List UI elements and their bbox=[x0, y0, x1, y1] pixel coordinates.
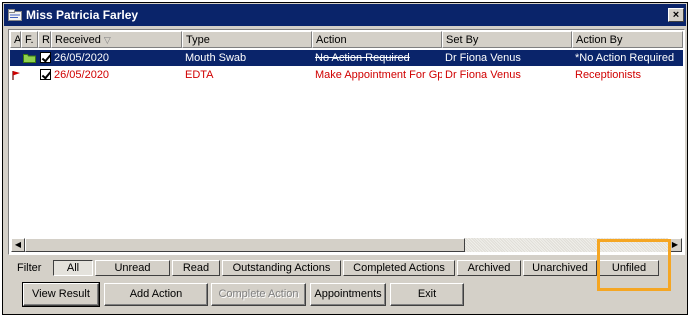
filter-tab-read[interactable]: Read bbox=[172, 260, 220, 276]
exit-button[interactable]: Exit bbox=[390, 283, 464, 306]
grid-header: A. F. R. Received▽ Type Action Set By Ac… bbox=[10, 31, 683, 48]
add-action-button[interactable]: Add Action bbox=[104, 283, 208, 306]
filter-tab-outstanding-actions[interactable]: Outstanding Actions bbox=[222, 260, 341, 276]
filter-tab-unarchived[interactable]: Unarchived bbox=[523, 260, 597, 276]
results-window: Miss Patricia Farley × A. F. R. Received… bbox=[2, 2, 688, 315]
title-bar[interactable]: Miss Patricia Farley × bbox=[4, 4, 686, 26]
scrollbar-track[interactable] bbox=[25, 238, 668, 252]
cell-set-by: Dr Fiona Venus bbox=[445, 52, 521, 64]
col-header-a[interactable]: A. bbox=[10, 31, 21, 48]
col-header-received-label: Received bbox=[55, 34, 101, 46]
filter-tab-archived[interactable]: Archived bbox=[457, 260, 521, 276]
col-header-action-by[interactable]: Action By bbox=[572, 31, 683, 48]
cell-set-by: Dr Fiona Venus bbox=[445, 69, 521, 81]
complete-action-button: Complete Action bbox=[211, 283, 306, 306]
table-row[interactable]: 26/05/2020 EDTA Make Appointment For Gp … bbox=[10, 67, 683, 83]
read-checkbox[interactable] bbox=[40, 52, 51, 63]
cell-action-by: Receptionists bbox=[575, 69, 642, 81]
filter-tab-unfiled[interactable]: Unfiled bbox=[599, 260, 659, 276]
filter-label: Filter bbox=[17, 262, 42, 274]
filter-tab-completed-actions[interactable]: Completed Actions bbox=[343, 260, 455, 276]
cell-type: Mouth Swab bbox=[185, 52, 247, 64]
window-title: Miss Patricia Farley bbox=[26, 8, 139, 22]
flag-icon bbox=[12, 71, 20, 80]
cell-type: EDTA bbox=[185, 69, 214, 81]
filter-tab-all[interactable]: All bbox=[53, 260, 93, 276]
cell-received: 26/05/2020 bbox=[54, 52, 110, 64]
col-header-type[interactable]: Type bbox=[182, 31, 312, 48]
horizontal-scrollbar[interactable]: ◀ ▶ bbox=[11, 238, 682, 252]
col-header-f[interactable]: F. bbox=[21, 31, 38, 48]
results-grid[interactable]: A. F. R. Received▽ Type Action Set By Ac… bbox=[8, 29, 685, 255]
view-result-button[interactable]: View Result bbox=[22, 282, 100, 307]
folder-icon bbox=[23, 54, 36, 63]
sort-descending-icon: ▽ bbox=[103, 35, 111, 45]
cell-received: 26/05/2020 bbox=[54, 69, 110, 81]
col-header-received[interactable]: Received ▽ bbox=[51, 31, 182, 48]
filter-tab-unread[interactable]: Unread bbox=[95, 260, 170, 276]
cell-action: No Action Required bbox=[315, 52, 410, 64]
window-app-icon bbox=[7, 7, 23, 23]
read-checkbox[interactable] bbox=[40, 69, 51, 80]
cell-action: Make Appointment For Gp bbox=[315, 69, 442, 81]
appointments-button[interactable]: Appointments bbox=[310, 283, 386, 306]
close-button[interactable]: × bbox=[668, 8, 684, 22]
scroll-right-icon[interactable]: ▶ bbox=[668, 238, 682, 252]
table-row[interactable]: 26/05/2020 Mouth Swab No Action Required… bbox=[10, 50, 683, 66]
cell-action-by: *No Action Required bbox=[575, 52, 675, 64]
col-header-action[interactable]: Action bbox=[312, 31, 442, 48]
col-header-set-by[interactable]: Set By bbox=[442, 31, 572, 48]
scroll-left-icon[interactable]: ◀ bbox=[11, 238, 25, 252]
col-header-r[interactable]: R. bbox=[38, 31, 51, 48]
filter-bar: Filter All Unread Read Outstanding Actio… bbox=[17, 259, 661, 277]
scrollbar-thumb[interactable] bbox=[25, 238, 465, 252]
